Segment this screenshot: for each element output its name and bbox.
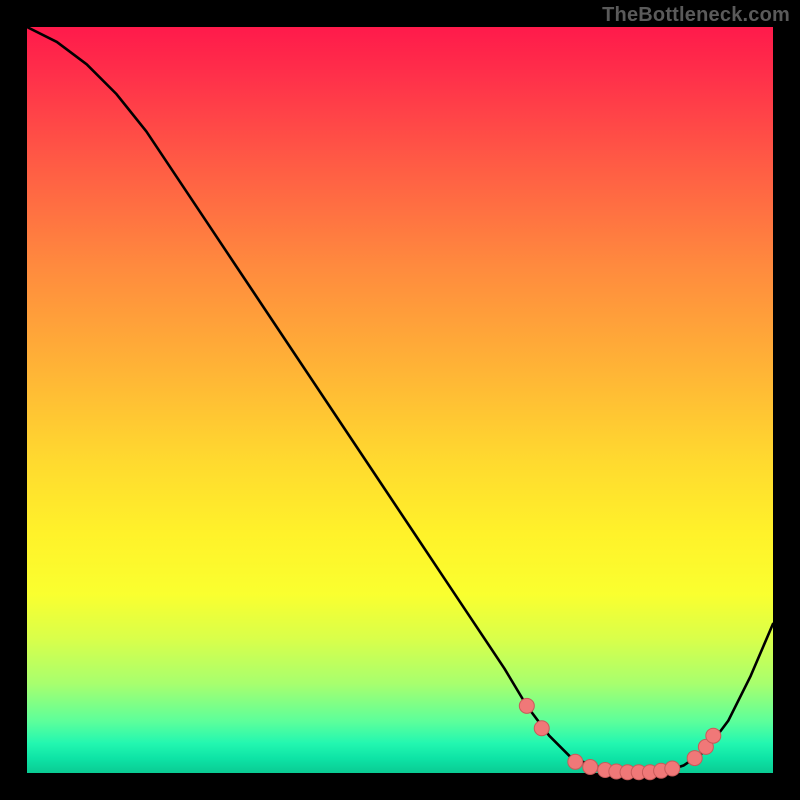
- marker-dot: [568, 754, 583, 769]
- marker-dot: [706, 728, 721, 743]
- curve-svg: [27, 27, 773, 773]
- bottleneck-curve: [27, 27, 773, 773]
- plot-area: [27, 27, 773, 773]
- marker-dot: [534, 721, 549, 736]
- marker-group: [519, 698, 721, 779]
- chart-frame: TheBottleneck.com: [0, 0, 800, 800]
- marker-dot: [687, 751, 702, 766]
- marker-dot: [519, 698, 534, 713]
- marker-dot: [583, 760, 598, 775]
- marker-dot: [665, 761, 680, 776]
- attribution-label: TheBottleneck.com: [602, 4, 790, 27]
